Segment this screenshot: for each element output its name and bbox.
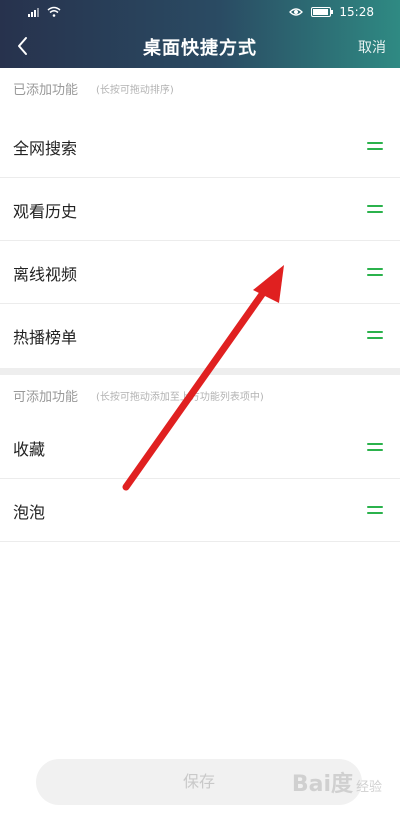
added-section-hint: (长按可拖动排序) <box>96 85 174 96</box>
section-divider <box>0 368 400 375</box>
list-item-label: 热播榜单 <box>13 328 78 347</box>
list-item-added[interactable]: 观看历史 <box>0 178 400 241</box>
watermark-brand: Bai度 <box>291 772 353 797</box>
list-item-label: 离线视频 <box>13 265 78 284</box>
list-item-label: 泡泡 <box>13 503 46 522</box>
list-item-added[interactable]: 全网搜索 <box>0 115 400 178</box>
drag-handle-icon[interactable] <box>367 330 383 342</box>
added-section-header: 已添加功能 (长按可拖动排序) <box>0 68 400 108</box>
header-bar: 15:28 桌面快捷方式 取消 <box>0 0 400 68</box>
nav-bar: 桌面快捷方式 取消 <box>0 26 400 68</box>
watermark: Bai度 经验 <box>292 766 382 798</box>
status-bar: 15:28 <box>0 0 400 26</box>
battery-icon <box>311 7 334 17</box>
available-section-hint: (长按可拖动添加至上方功能列表项中) <box>96 392 264 403</box>
cancel-button[interactable]: 取消 <box>358 37 386 57</box>
added-section-title: 已添加功能 <box>13 83 79 98</box>
drag-handle-icon[interactable] <box>367 141 383 153</box>
wifi-icon <box>47 6 61 17</box>
list-item-available[interactable]: 泡泡 <box>0 479 400 542</box>
list-item-label: 观看历史 <box>13 202 78 221</box>
signal-icon <box>28 7 39 17</box>
available-section-header: 可添加功能 (长按可拖动添加至上方功能列表项中) <box>0 375 400 415</box>
drag-handle-icon[interactable] <box>367 442 383 454</box>
list-item-label: 收藏 <box>13 440 46 459</box>
list-item-added[interactable]: 离线视频 <box>0 241 400 304</box>
drag-handle-icon[interactable] <box>367 267 383 279</box>
status-time: 15:28 <box>339 5 374 19</box>
drag-handle-icon[interactable] <box>367 505 383 517</box>
list-item-available[interactable]: 收藏 <box>0 416 400 479</box>
eye-comfort-icon <box>289 8 304 16</box>
page-title: 桌面快捷方式 <box>143 38 257 59</box>
available-section-title: 可添加功能 <box>13 390 79 405</box>
drag-handle-icon[interactable] <box>367 204 383 216</box>
watermark-sub: 经验 <box>355 780 382 795</box>
list-item-added[interactable]: 热播榜单 <box>0 304 400 367</box>
list-item-label: 全网搜索 <box>13 139 78 158</box>
